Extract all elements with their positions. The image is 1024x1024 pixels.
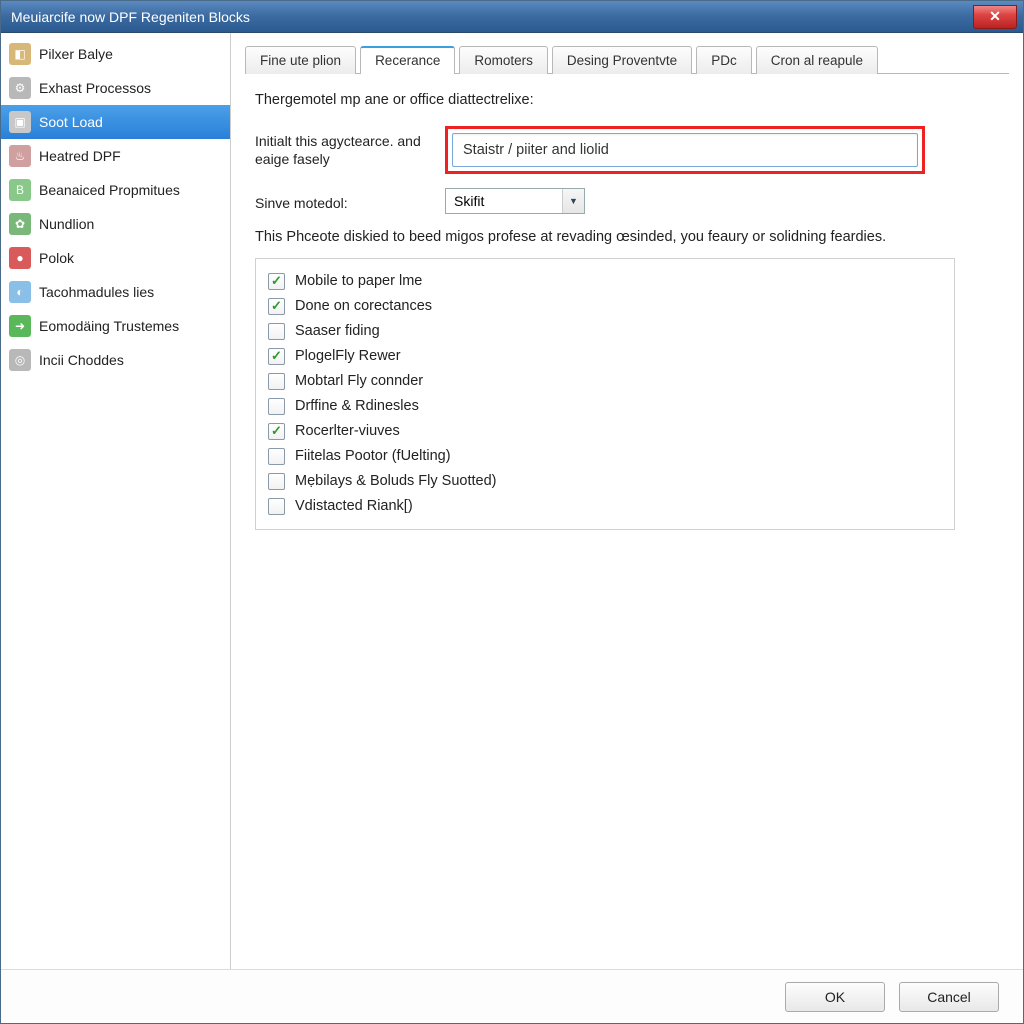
sidebar-icon: ➜ <box>9 315 31 337</box>
sidebar-item-5[interactable]: ✿ Nundlion <box>1 207 230 241</box>
checkbox[interactable] <box>268 323 285 340</box>
sidebar-item-3[interactable]: ♨ Heatred DPF <box>1 139 230 173</box>
close-button[interactable]: ✕ <box>973 5 1017 29</box>
option-row-7: Fiitelas Pootor (fUelting) <box>268 444 942 469</box>
checkbox[interactable] <box>268 298 285 315</box>
tab-3[interactable]: Desing Proventvte <box>552 46 692 74</box>
option-label: Mobtarl Fly connder <box>295 373 423 389</box>
row-initial: Initialt this agyctearce. and eaige fase… <box>255 126 999 174</box>
tab-0[interactable]: Fine ute plion <box>245 46 356 74</box>
sidebar-icon: ▣ <box>9 111 31 133</box>
chevron-down-icon: ▼ <box>562 189 584 213</box>
option-label: Done on corectances <box>295 298 432 314</box>
sidebar-icon: ♨ <box>9 145 31 167</box>
highlight-frame <box>445 126 925 174</box>
checkbox[interactable] <box>268 348 285 365</box>
sidebar-item-label: Beanaiced Propmitues <box>39 182 180 198</box>
sidebar-item-9[interactable]: ◎ Incii Choddes <box>1 343 230 377</box>
sidebar-item-label: Soot Load <box>39 114 103 130</box>
tab-strip: Fine ute plionReceranceRomotersDesing Pr… <box>245 45 1009 74</box>
sidebar-icon: ◐ <box>9 281 31 303</box>
label-sinve: Sinve motedol: <box>255 188 445 212</box>
option-label: PlogelFly Rewer <box>295 348 401 364</box>
option-row-2: Saaser fiding <box>268 319 942 344</box>
option-row-3: PlogelFly Rewer <box>268 344 942 369</box>
tab-4[interactable]: PDc <box>696 46 752 74</box>
sidebar-item-label: Heatred DPF <box>39 148 121 164</box>
checkbox[interactable] <box>268 498 285 515</box>
body: ◧ Pilxer Balye ⚙ Exhast Processos ▣ Soot Load… <box>1 33 1023 969</box>
tab-content: Thergemotel mp ane or office diattectrel… <box>245 74 1009 540</box>
sidebar-item-label: Nundlion <box>39 216 94 232</box>
sidebar-icon: ✿ <box>9 213 31 235</box>
tab-1[interactable]: Recerance <box>360 46 455 74</box>
sidebar-item-label: Tacohmadules lies <box>39 284 154 300</box>
sidebar-icon: ◎ <box>9 349 31 371</box>
sidebar-item-8[interactable]: ➜ Eomodäing Trustemes <box>1 309 230 343</box>
sidebar-icon: ● <box>9 247 31 269</box>
option-label: Mobile to paper lme <box>295 273 422 289</box>
footer: OK Cancel <box>1 969 1023 1023</box>
options-group: Mobile to paper lme Done on corectances Sa… <box>255 258 955 530</box>
row-sinve: Sinve motedol: Skifit ▼ <box>255 188 999 214</box>
sidebar-item-label: Exhast Processos <box>39 80 151 96</box>
option-row-0: Mobile to paper lme <box>268 269 942 294</box>
sidebar-item-2[interactable]: ▣ Soot Load <box>1 105 230 139</box>
option-row-9: Vdistacted Riank[) <box>268 494 942 519</box>
sidebar-icon: B <box>9 179 31 201</box>
sidebar-icon: ⚙ <box>9 77 31 99</box>
window-title: Meuiarcife now DPF Regeniten Blocks <box>11 9 250 25</box>
option-row-8: Mẹbilays & Boluds Fly Suotted) <box>268 469 942 494</box>
option-row-1: Done on corectances <box>268 294 942 319</box>
option-label: Drffine & Rdinesles <box>295 398 419 414</box>
checkbox[interactable] <box>268 398 285 415</box>
label-initial: Initialt this agyctearce. and eaige fase… <box>255 126 445 168</box>
checkbox[interactable] <box>268 373 285 390</box>
sidebar-item-6[interactable]: ● Polok <box>1 241 230 275</box>
cancel-button[interactable]: Cancel <box>899 982 999 1012</box>
option-row-6: Rocerlter-viuves <box>268 419 942 444</box>
sidebar-icon: ◧ <box>9 43 31 65</box>
checkbox[interactable] <box>268 423 285 440</box>
tab-2[interactable]: Romoters <box>459 46 548 74</box>
panel-description: This Phceote diskied to beed migos profe… <box>255 228 999 248</box>
option-label: Fiitelas Pootor (fUelting) <box>295 448 451 464</box>
sinve-select[interactable]: Skifit ▼ <box>445 188 585 214</box>
initial-input[interactable] <box>452 133 918 167</box>
option-row-5: Drffine & Rdinesles <box>268 394 942 419</box>
close-icon: ✕ <box>989 8 1001 25</box>
sidebar-item-label: Polok <box>39 250 74 266</box>
tab-5[interactable]: Cron al reapule <box>756 46 878 74</box>
option-label: Mẹbilays & Boluds Fly Suotted) <box>295 473 496 489</box>
sidebar-item-4[interactable]: B Beanaiced Propmitues <box>1 173 230 207</box>
checkbox[interactable] <box>268 273 285 290</box>
field-initial <box>445 126 999 174</box>
ok-button[interactable]: OK <box>785 982 885 1012</box>
sidebar-item-label: Eomodäing Trustemes <box>39 318 179 334</box>
sidebar-item-label: Pilxer Balye <box>39 46 113 62</box>
option-label: Rocerlter-viuves <box>295 423 400 439</box>
option-row-4: Mobtarl Fly connder <box>268 369 942 394</box>
option-label: Saaser fiding <box>295 323 380 339</box>
field-sinve: Skifit ▼ <box>445 188 999 214</box>
panel-heading: Thergemotel mp ane or office diattectrel… <box>255 92 999 108</box>
main-panel: Fine ute plionReceranceRomotersDesing Pr… <box>231 33 1023 969</box>
option-label: Vdistacted Riank[) <box>295 498 413 514</box>
sidebar-item-1[interactable]: ⚙ Exhast Processos <box>1 71 230 105</box>
titlebar: Meuiarcife now DPF Regeniten Blocks ✕ <box>1 1 1023 33</box>
checkbox[interactable] <box>268 473 285 490</box>
sidebar-item-label: Incii Choddes <box>39 352 124 368</box>
sidebar-item-7[interactable]: ◐ Tacohmadules lies <box>1 275 230 309</box>
select-value: Skifit <box>446 193 562 209</box>
sidebar-item-0[interactable]: ◧ Pilxer Balye <box>1 37 230 71</box>
checkbox[interactable] <box>268 448 285 465</box>
sidebar: ◧ Pilxer Balye ⚙ Exhast Processos ▣ Soot Load… <box>1 33 231 969</box>
